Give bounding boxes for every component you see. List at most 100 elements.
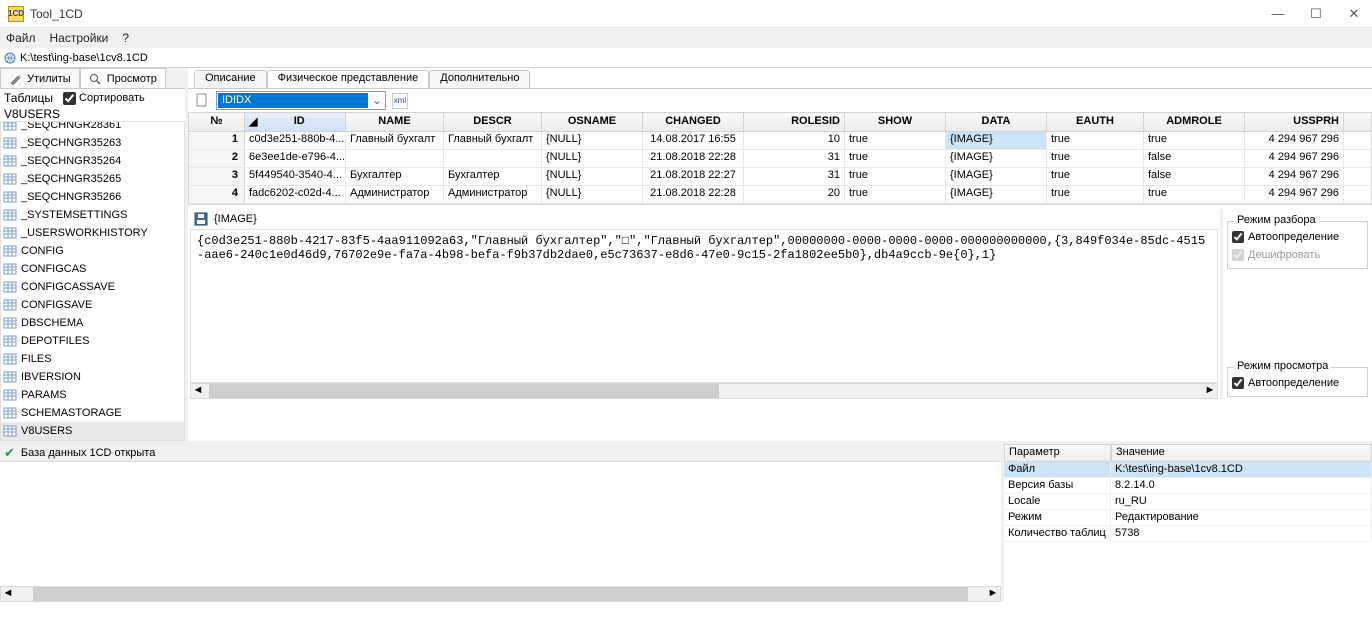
tables-list[interactable]: _SEQCHNGR28361_SEQCHNGR35263_SEQCHNGR352… (0, 121, 185, 441)
left-panel: Утилиты Просмотр Таблицы Сортировать V8U… (0, 68, 188, 441)
table-item[interactable]: DEPOTFILES (1, 332, 184, 350)
minimize-button[interactable]: — (1268, 6, 1288, 22)
param-row[interactable]: Количество таблиц5738 (1004, 526, 1372, 542)
table-icon (3, 335, 17, 347)
table-icon (3, 389, 17, 401)
raw-text-view[interactable]: {c0d3e251-880b-4217-83f5-4aa911092a63,"Г… (190, 229, 1218, 383)
table-item[interactable]: V8USERS (1, 422, 184, 440)
sort-checkbox[interactable]: Сортировать (63, 92, 145, 105)
status-text: База данных 1CD открыта (21, 447, 155, 459)
table-icon (3, 121, 17, 131)
param-row[interactable]: РежимРедактирование (1004, 510, 1372, 526)
document-icon[interactable] (194, 93, 210, 109)
rtab-description[interactable]: Описание (194, 70, 267, 88)
title-bar: 1CD Tool_1CD — ☐ ✕ (0, 0, 1372, 28)
table-icon (3, 263, 17, 275)
param-row[interactable]: Localeru_RU (1004, 494, 1372, 510)
table-icon (3, 137, 17, 149)
table-item[interactable]: CONFIG (1, 242, 184, 260)
table-item[interactable]: FILES (1, 350, 184, 368)
col-descr[interactable]: DESCR (444, 113, 542, 131)
chevron-down-icon: ⌄ (369, 94, 385, 107)
scroll-thumb[interactable] (33, 587, 968, 601)
data-grid[interactable]: № ◢ID NAME DESCR OSNAME CHANGED ROLESID … (188, 112, 1372, 205)
table-icon (3, 425, 17, 437)
tables-label: Таблицы (4, 91, 53, 105)
path-bar: K:\test\ing-base\1cv8.1CD (0, 48, 1372, 68)
scroll-thumb[interactable] (209, 384, 719, 398)
app-icon: 1CD (8, 6, 24, 22)
table-icon (3, 191, 17, 203)
col-changed[interactable]: CHANGED (643, 113, 744, 131)
status-panel: ✔ База данных 1CD открыта ◄ ► (0, 444, 1004, 602)
tab-view-label: Просмотр (107, 73, 157, 85)
index-combo[interactable]: IDIDX ⌄ (216, 91, 386, 110)
table-row[interactable]: 4fadc6202-c02d-4...АдминистраторАдминист… (189, 186, 1371, 204)
sort-input[interactable] (63, 92, 76, 105)
table-icon (3, 281, 17, 293)
param-row[interactable]: Версия базы8.2.14.0 (1004, 478, 1372, 494)
col-admrole[interactable]: ADMROLE (1144, 113, 1245, 131)
table-item[interactable]: SCHEMASTORAGE (1, 404, 184, 422)
table-item[interactable]: _USERSWORKHISTORY (1, 224, 184, 242)
scroll-right-icon[interactable]: ► (986, 587, 1000, 601)
table-item[interactable]: PARAMS (1, 386, 184, 404)
rtab-physical[interactable]: Физическое представление (267, 70, 430, 88)
raw-scrollbar[interactable]: ◄ ► (190, 383, 1218, 399)
status-scrollbar[interactable]: ◄ ► (0, 586, 1001, 602)
col-rolesid[interactable]: ROLESID (744, 113, 845, 131)
save-icon[interactable] (194, 212, 208, 226)
col-ussprh[interactable]: USSPRH (1245, 113, 1344, 131)
table-item[interactable]: _SEQCHNGR28361 (1, 121, 184, 134)
table-row[interactable]: 26e3ee1de-e796-4...{NULL}21.08.2018 22:2… (189, 150, 1371, 168)
scroll-left-icon[interactable]: ◄ (1, 587, 15, 601)
col-id[interactable]: ◢ID (245, 113, 346, 131)
table-item[interactable]: CONFIGSAVE (1, 296, 184, 314)
table-item[interactable]: DBSCHEMA (1, 314, 184, 332)
decrypt-checkbox: Дешифровать (1232, 246, 1363, 264)
param-head-val[interactable]: Значение (1111, 444, 1372, 462)
rtab-additional[interactable]: Дополнительно (429, 70, 530, 88)
globe-icon (4, 52, 16, 64)
tab-utils-label: Утилиты (27, 73, 71, 85)
col-show[interactable]: SHOW (845, 113, 946, 131)
maximize-button[interactable]: ☐ (1306, 6, 1326, 22)
table-row[interactable]: 1c0d3e251-880b-4...Главный бухгалтГлавны… (189, 132, 1371, 150)
right-panel: Описание Физическое представление Дополн… (188, 68, 1372, 441)
parse-mode-group: Режим разбора Автоопределение Дешифроват… (1227, 221, 1368, 269)
table-item[interactable]: _SEQCHNGR35264 (1, 152, 184, 170)
col-data[interactable]: DATA (946, 113, 1047, 131)
menu-file[interactable]: Файл (6, 31, 36, 45)
close-button[interactable]: ✕ (1344, 6, 1364, 22)
col-rownum[interactable]: № (189, 113, 245, 131)
table-item[interactable]: IBVERSION (1, 368, 184, 386)
table-row[interactable]: 35f449540-3540-4...БухгалтерБухгалтер{NU… (189, 168, 1371, 186)
table-item[interactable]: CONFIGCASSAVE (1, 278, 184, 296)
scroll-left-icon[interactable]: ◄ (191, 384, 205, 398)
tab-utils[interactable]: Утилиты (0, 68, 80, 88)
table-item[interactable]: _SEQCHNGR35265 (1, 170, 184, 188)
param-head-key[interactable]: Параметр (1004, 444, 1111, 462)
table-item[interactable]: CONFIGCAS (1, 260, 184, 278)
col-name[interactable]: NAME (346, 113, 444, 131)
tab-view[interactable]: Просмотр (80, 68, 166, 88)
menu-settings[interactable]: Настройки (50, 31, 109, 45)
autodetect-view-checkbox[interactable]: Автоопределение (1232, 374, 1363, 392)
table-item[interactable]: _SEQCHNGR35263 (1, 134, 184, 152)
current-table-name: V8USERS (0, 107, 185, 121)
col-eauth[interactable]: EAUTH (1047, 113, 1144, 131)
view-group-title: Режим просмотра (1234, 360, 1331, 372)
table-icon (3, 353, 17, 365)
table-icon (3, 299, 17, 311)
table-item[interactable]: _SYSTEMSETTINGS (1, 206, 184, 224)
scroll-right-icon[interactable]: ► (1203, 384, 1217, 398)
autodetect-parse-checkbox[interactable]: Автоопределение (1232, 228, 1363, 246)
sort-label: Сортировать (79, 92, 145, 104)
menu-help[interactable]: ? (122, 31, 129, 45)
check-icon: ✔ (4, 445, 15, 461)
param-row[interactable]: ФайлK:\test\ing-base\1cv8.1CD (1004, 462, 1372, 478)
menu-bar: Файл Настройки ? (0, 28, 1372, 48)
col-osname[interactable]: OSNAME (542, 113, 643, 131)
table-item[interactable]: _SEQCHNGR35266 (1, 188, 184, 206)
xml-button[interactable]: xml (392, 93, 408, 109)
